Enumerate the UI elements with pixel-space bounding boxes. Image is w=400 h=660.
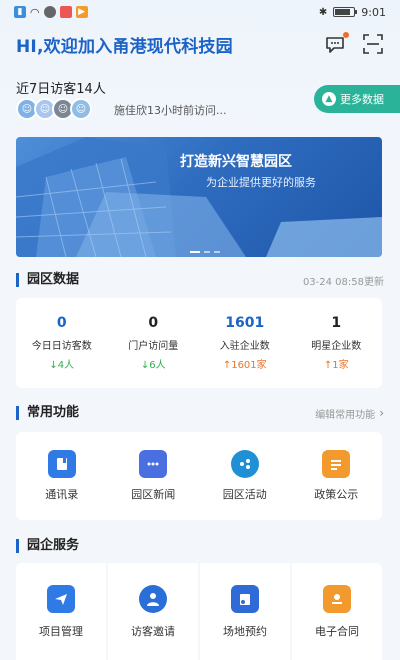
visitor-invite-icon <box>139 585 167 613</box>
edit-functions-link[interactable]: 编辑常用功能 › <box>315 406 384 421</box>
svc-e-contract[interactable]: 电子合同 <box>292 563 382 660</box>
scan-icon[interactable] <box>362 33 384 55</box>
functions-header: 常用功能 编辑常用功能 › <box>16 404 384 422</box>
stat-trend: ↑1601家 <box>222 360 267 371</box>
stat-value: 0 <box>148 315 159 331</box>
func-label: 通讯录 <box>45 488 79 501</box>
stat-label: 入驻企业数 <box>219 341 270 352</box>
func-label: 园区活动 <box>222 488 267 501</box>
func-label: 政策公示 <box>314 488 359 501</box>
contacts-icon <box>47 450 76 478</box>
func-park-activity[interactable]: 园区活动 <box>199 450 291 502</box>
policy-icon <box>322 450 351 478</box>
stat-portal-visits[interactable]: 0 门户访问量 ↓6人 <box>108 315 200 371</box>
svc-label: 访客邀请 <box>131 625 175 638</box>
stat-trend: ↓4人 <box>49 360 75 371</box>
chart-icon: ▲ <box>322 92 336 106</box>
func-contacts[interactable]: 通讯录 <box>16 450 108 502</box>
svc-label: 场地预约 <box>223 625 267 638</box>
services-grid: 项目管理 访客邀请 场地预约 电子合同 <box>16 563 382 660</box>
unread-dot <box>343 32 349 38</box>
svc-label: 项目管理 <box>39 625 83 638</box>
stat-resident-companies[interactable]: 1601 入驻企业数 ↑1601家 <box>199 315 291 371</box>
carousel-indicator <box>190 251 220 253</box>
status-icons-left: ▮ ◠ ▶ <box>14 6 88 19</box>
chevron-right-icon: › <box>379 406 384 420</box>
contract-icon <box>323 585 351 613</box>
avatar: ☺ <box>70 98 92 120</box>
app-notify-icon <box>59 6 72 18</box>
svc-label: 电子合同 <box>315 625 359 638</box>
bluetooth-icon: ✱ <box>318 6 328 18</box>
promo-banner[interactable]: 打造新兴智慧园区 为企业提供更好的服务 <box>16 137 382 257</box>
page-header: HI,欢迎加入甬港现代科技园 <box>16 30 384 58</box>
func-label: 园区新闻 <box>131 488 176 501</box>
func-policy[interactable]: 政策公示 <box>291 450 383 502</box>
svc-project-management[interactable]: 项目管理 <box>16 563 106 660</box>
stat-label: 今日日访客数 <box>31 341 92 352</box>
services-header: 园企服务 <box>16 537 384 555</box>
stat-value: 1601 <box>225 315 265 331</box>
banner-headline: 打造新兴智慧园区 <box>180 154 292 170</box>
section-title: 园区数据 <box>16 273 79 287</box>
section-title: 园企服务 <box>16 539 79 553</box>
stat-value: 0 <box>56 315 67 331</box>
wifi-icon: ◠ <box>30 5 40 19</box>
svc-visitor-invite[interactable]: 访客邀请 <box>108 563 198 660</box>
banner-tagline: 为企业提供更好的服务 <box>206 176 316 189</box>
header-actions <box>324 32 384 55</box>
play-icon: ▶ <box>75 6 88 18</box>
stat-trend: ↑1家 <box>323 360 349 371</box>
edit-functions-label: 编辑常用功能 <box>315 409 376 421</box>
park-data-header: 园区数据 03-24 08:58更新 <box>16 271 384 289</box>
status-icons-right: ✱ 9:01 <box>319 6 386 19</box>
park-stats-card: 0 今日日访客数 ↓4人 0 门户访问量 ↓6人 1601 入驻企业数 ↑160… <box>16 298 382 388</box>
message-icon[interactable] <box>324 32 349 55</box>
visitor-count: 近7日访客14人 <box>16 82 106 97</box>
recent-visit-note: 施佳欣13小时前访问... <box>114 104 227 117</box>
stat-label: 明星企业数 <box>311 341 362 352</box>
stat-label: 门户访问量 <box>128 341 179 352</box>
activity-icon <box>230 450 259 478</box>
stat-trend: ↓6人 <box>140 360 166 371</box>
section-title: 常用功能 <box>16 406 79 420</box>
more-data-button[interactable]: ▲ 更多数据 <box>314 85 400 113</box>
news-icon <box>139 450 168 478</box>
venue-booking-icon <box>231 585 259 613</box>
stat-value: 1 <box>331 315 342 331</box>
sim-icon: ▮ <box>14 6 26 18</box>
stat-star-companies[interactable]: 1 明星企业数 ↑1家 <box>291 315 383 371</box>
stat-today-visitors[interactable]: 0 今日日访客数 ↓4人 <box>16 315 108 371</box>
page-title: HI,欢迎加入甬港现代科技园 <box>16 36 233 57</box>
battery-icon <box>333 7 358 17</box>
more-data-label: 更多数据 <box>340 93 384 106</box>
svc-venue-booking[interactable]: 场地预约 <box>200 563 290 660</box>
status-time: 9:01 <box>361 5 386 19</box>
functions-card: 通讯录 园区新闻 园区活动 政策公示 <box>16 432 382 520</box>
notification-icon <box>43 6 56 18</box>
project-icon <box>47 585 75 613</box>
visitor-avatars[interactable]: ☺ ☺ ☺ ☺ <box>16 98 92 120</box>
func-park-news[interactable]: 园区新闻 <box>108 450 200 502</box>
update-time: 03-24 08:58更新 <box>302 276 384 288</box>
status-bar: ▮ ◠ ▶ ✱ 9:01 <box>0 0 400 24</box>
